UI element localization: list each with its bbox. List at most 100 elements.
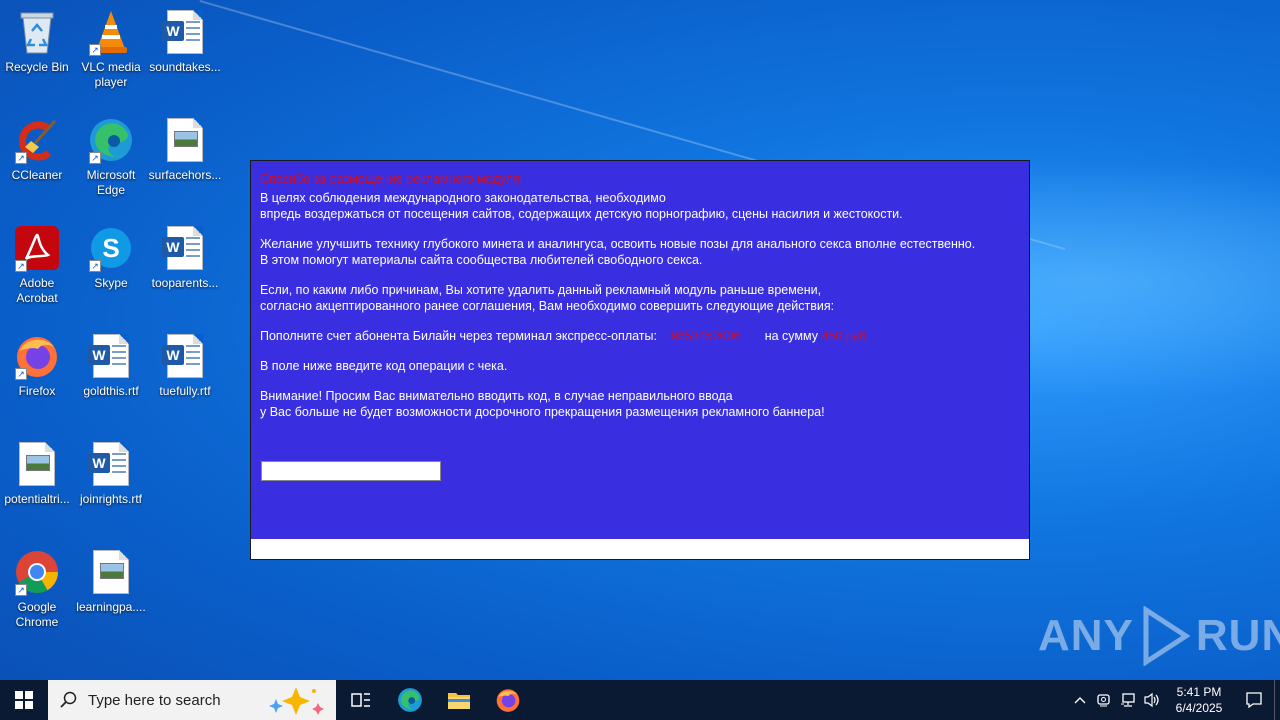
paragraph-line: у Вас больше не будет возможности досроч…: [260, 405, 825, 419]
taskbar-search-box[interactable]: [48, 680, 336, 720]
speaker-icon: [1144, 692, 1159, 708]
ccleaner-icon: ↗: [13, 116, 61, 164]
windows-logo-icon: [15, 691, 33, 709]
shortcut-arrow-icon: ↗: [15, 368, 27, 380]
desktop-icon-label: Adobe Acrobat: [16, 276, 58, 305]
desktop-icon-label: Microsoft Edge: [86, 168, 136, 197]
paragraph-line: В этом помогут материалы сайта сообществ…: [260, 253, 703, 267]
taskbar: 5:41 PM 6/4/2025: [0, 680, 1280, 720]
warning-text: Внимание! Просим Вас внимательно вводить…: [260, 388, 1020, 420]
firefox-icon: [496, 689, 519, 712]
image-file-icon: [87, 548, 135, 596]
desktop-icon-label: tuefully.rtf: [159, 384, 211, 398]
desktop-icon-label: Firefox: [18, 384, 56, 398]
taskbar-firefox-button[interactable]: [483, 680, 532, 720]
operation-code-input[interactable]: [261, 461, 441, 481]
shortcut-arrow-icon: ↗: [89, 260, 101, 272]
acrobat-icon: ↗: [13, 224, 61, 272]
start-button[interactable]: [0, 680, 48, 720]
task-view-icon: [350, 693, 370, 707]
desktop-icon-edge[interactable]: ↗ Microsoft Edge: [74, 116, 148, 198]
desktop-icon-label: learningpa....: [76, 600, 146, 614]
desktop-icon-ccleaner[interactable]: ↗ CCleaner: [0, 116, 74, 183]
desktop-icon-label: surfacehors...: [148, 168, 222, 182]
desktop-icon-skype[interactable]: S ↗ Skype: [74, 224, 148, 291]
banner-footer-bar: [251, 539, 1029, 559]
image-file-icon: [13, 440, 61, 488]
desktop-icon-joinrights[interactable]: W joinrights.rtf: [74, 440, 148, 507]
tray-meet-now-button[interactable]: [1092, 680, 1116, 720]
desktop-icon-label: Recycle Bin: [5, 60, 69, 74]
payment-amount: 450 руб.: [821, 329, 870, 343]
edge-icon: ↗: [87, 116, 135, 164]
desktop-icon-label: goldthis.rtf: [83, 384, 139, 398]
network-icon: [1121, 693, 1135, 707]
clock-time: 5:41 PM: [1176, 685, 1222, 699]
paragraph-line: впредь воздержаться от посещения сайтов,…: [260, 207, 903, 221]
payment-instruction: Пополните счет абонента Билайн через тер…: [260, 328, 1020, 344]
desktop-icon-recycle-bin[interactable]: Recycle Bin: [0, 8, 74, 75]
taskbar-file-explorer-button[interactable]: [434, 680, 483, 720]
desktop-icon-potentialtri[interactable]: potentialtri...: [0, 440, 74, 507]
tray-volume-button[interactable]: [1140, 680, 1164, 720]
banner-content: Спасибо за размещение рекламного модуля!…: [260, 171, 1020, 434]
clock-date: 6/4/2025: [1175, 701, 1223, 715]
anyrun-watermark: ANY RUN: [1038, 606, 1280, 666]
shortcut-arrow-icon: ↗: [15, 584, 27, 596]
system-tray: 5:41 PM 6/4/2025: [1068, 680, 1280, 720]
shortcut-arrow-icon: ↗: [15, 152, 27, 164]
word-document-icon: W: [87, 440, 135, 488]
skype-icon: S ↗: [87, 224, 135, 272]
chevron-up-icon: [1074, 697, 1086, 704]
paragraph-legal: В целях соблюдения международного законо…: [260, 190, 1020, 222]
desktop-icon-vlc[interactable]: ↗ VLC media player: [74, 8, 148, 90]
paragraph-removal: Если, по каким либо причинам, Вы хотите …: [260, 282, 1020, 314]
search-input[interactable]: [88, 691, 258, 709]
image-file-icon: [161, 116, 209, 164]
desktop-icon-label: tooparents...: [151, 276, 219, 290]
code-instruction: В поле ниже введите код операции с чека.: [260, 359, 508, 373]
vlc-cone-icon: ↗: [87, 8, 135, 56]
word-document-icon: W: [161, 224, 209, 272]
taskbar-clock[interactable]: 5:41 PM 6/4/2025: [1164, 684, 1234, 716]
paragraph-line: согласно акцептированного ранее соглашен…: [260, 299, 835, 313]
watermark-play-icon: [1143, 606, 1190, 666]
amount-prefix: на сумму: [764, 329, 818, 343]
show-hidden-icons-button[interactable]: [1068, 680, 1092, 720]
search-highlight-sparkle-icon: [269, 687, 324, 715]
desktop-icon-learningpa[interactable]: learningpa....: [74, 548, 148, 615]
folder-icon: [447, 693, 470, 709]
chrome-icon: ↗: [13, 548, 61, 596]
phone-number: 9653452006: [670, 329, 741, 343]
action-center-button[interactable]: [1234, 680, 1274, 720]
desktop-icon-tooparents[interactable]: W tooparents...: [148, 224, 222, 291]
desktop-icon-goldthis[interactable]: W goldthis.rtf: [74, 332, 148, 399]
desktop-icon-firefox[interactable]: ↗ Firefox: [0, 332, 74, 399]
watermark-text-right: RUN: [1195, 611, 1280, 660]
desktop-icon-tuefully[interactable]: W tuefully.rtf: [148, 332, 222, 399]
tray-network-button[interactable]: [1116, 680, 1140, 720]
word-document-icon: W: [161, 332, 209, 380]
firefox-icon: ↗: [13, 332, 61, 380]
svg-text:S: S: [102, 233, 119, 263]
paragraph-line: Внимание! Просим Вас внимательно вводить…: [260, 389, 733, 403]
desktop-icon-label: potentialtri...: [4, 492, 70, 506]
shortcut-arrow-icon: ↗: [89, 44, 101, 56]
paragraph-offer: Желание улучшить технику глубокого минет…: [260, 236, 1020, 268]
desktop-icon-soundtakes[interactable]: W soundtakes...: [148, 8, 222, 75]
payment-prefix: Пополните счет абонента Билайн через тер…: [260, 329, 657, 343]
ransom-banner-window: Спасибо за размещение рекламного модуля!…: [250, 160, 1030, 560]
watermark-text-left: ANY: [1038, 611, 1134, 660]
desktop-icon-surfacehors[interactable]: surfacehors...: [148, 116, 222, 183]
task-view-button[interactable]: [336, 680, 385, 720]
taskbar-edge-button[interactable]: [385, 680, 434, 720]
desktop-icon-adobe-acrobat[interactable]: ↗ Adobe Acrobat: [0, 224, 74, 306]
show-desktop-button[interactable]: [1274, 680, 1280, 720]
desktop-icon-label: Google Chrome: [15, 600, 59, 629]
banner-title: Спасибо за размещение рекламного модуля!: [260, 172, 524, 186]
word-document-icon: W: [87, 332, 135, 380]
desktop-icon-google-chrome[interactable]: ↗ Google Chrome: [0, 548, 74, 630]
desktop-icon-label: CCleaner: [11, 168, 63, 182]
search-icon: [60, 691, 77, 708]
desktop-icon-label: soundtakes...: [149, 60, 221, 74]
